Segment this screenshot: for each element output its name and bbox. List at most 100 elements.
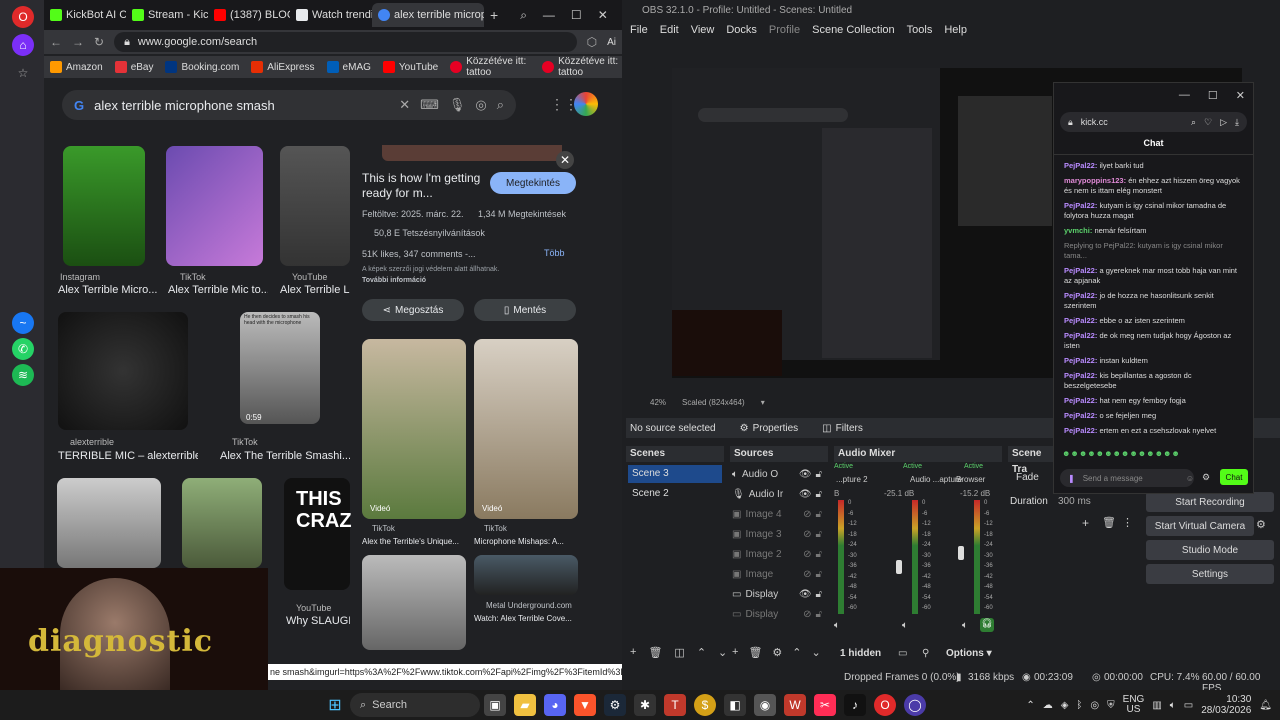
unlock-icon[interactable]: 🔓︎ <box>816 549 822 560</box>
down-icon[interactable]: ⌄ <box>718 646 727 662</box>
cloud-icon[interactable]: ☁ <box>1043 700 1053 711</box>
volume-fader[interactable] <box>896 560 902 574</box>
app-icon[interactable]: ◯ <box>904 694 926 716</box>
aria-ai-icon[interactable]: Ai <box>607 37 616 48</box>
result-title[interactable]: Alex Terrible Micro... <box>58 284 158 296</box>
steam-icon[interactable]: ⚙ <box>604 694 626 716</box>
source-item[interactable]: ▣ Image 3 ⊘ 🔓︎ <box>732 525 822 543</box>
chat-username[interactable]: PejPal22: <box>1064 411 1097 420</box>
gear-icon[interactable]: ⚙ <box>1202 472 1210 483</box>
chat-username[interactable]: PejPal22: <box>1064 266 1097 275</box>
shield-icon[interactable]: ⛨ <box>1107 700 1115 711</box>
bookmark-booking[interactable]: Booking.com <box>165 61 239 73</box>
bookmark-pinterest-2[interactable]: Közzétéve itt: tattoo <box>542 56 622 78</box>
eye-icon[interactable]: 👁︎ <box>799 489 812 500</box>
eye-icon[interactable]: 👁︎ <box>799 589 812 600</box>
related-video-1[interactable]: Videó <box>362 339 466 519</box>
keyboard-icon[interactable]: ⌨ <box>420 97 439 113</box>
app-icon[interactable]: ✱ <box>634 694 656 716</box>
menu-view[interactable]: View <box>691 24 715 36</box>
bluetooth-icon[interactable]: ᛒ <box>1076 700 1082 711</box>
result-title[interactable]: TERRIBLE MIC – alexterrible <box>58 450 198 462</box>
transition-select[interactable]: Fade <box>1016 472 1039 483</box>
bookmark-ebay[interactable]: eBay <box>114 61 153 73</box>
windows-start-icon[interactable]: ⊞ <box>324 694 346 716</box>
tiktok-icon[interactable]: ♪ <box>844 694 866 716</box>
bookmark-icon[interactable]: ♡ <box>1204 117 1212 128</box>
close-preview-icon[interactable]: ✕ <box>556 151 574 169</box>
down-icon[interactable]: ⌄ <box>812 646 821 662</box>
result-image-7[interactable] <box>182 478 262 568</box>
chat-username[interactable]: PejPal22: <box>1064 356 1097 365</box>
share-button[interactable]: ⋖ Megosztás <box>362 299 464 321</box>
tab-google-search[interactable]: alex terrible microphone <box>372 3 484 27</box>
zoom-level[interactable]: 42% <box>650 398 666 412</box>
chat-username[interactable]: PejPal22: <box>1064 371 1097 380</box>
related-video-4[interactable] <box>474 555 578 595</box>
unlock-icon[interactable]: 🔓︎ <box>816 469 822 480</box>
app-icon[interactable]: $ <box>694 694 716 716</box>
brave-icon[interactable]: ▼ <box>574 694 596 716</box>
bookmark-star-icon[interactable]: ☆ <box>12 62 34 84</box>
menu-tools[interactable]: Tools <box>907 24 933 36</box>
eye-hidden-icon[interactable]: ⊘ <box>803 549 811 560</box>
emoji-icon[interactable]: ☺ <box>1186 474 1194 483</box>
visit-button[interactable]: Megtekintés <box>490 172 576 194</box>
related-video-3[interactable] <box>362 555 466 650</box>
task-view-icon[interactable]: ▣ <box>484 694 506 716</box>
speaker-icon[interactable]: 🔈︎ <box>902 620 908 631</box>
chat-username[interactable]: PejPal22: <box>1064 161 1097 170</box>
discord-icon[interactable]: ◕ <box>544 694 566 716</box>
trash-icon[interactable]: 🗑︎ <box>748 646 762 662</box>
play-icon[interactable]: ▷ <box>1220 117 1227 128</box>
search-query[interactable]: alex terrible microphone smash <box>94 98 389 113</box>
mixer-layout-icon[interactable]: ▭ <box>898 648 907 659</box>
result-image-1[interactable] <box>63 146 145 266</box>
speaker-icon[interactable]: 🔈︎ <box>834 620 840 631</box>
scene-item[interactable]: Scene 2 <box>628 485 722 503</box>
taskbar-search[interactable]: ⌕ Search <box>350 693 480 717</box>
save-button[interactable]: ▯ Mentés <box>474 299 576 321</box>
chat-username[interactable]: PejPal22: <box>1064 426 1097 435</box>
chat-username[interactable]: PejPal22: <box>1064 331 1097 340</box>
speaker-icon[interactable]: 🔈︎ <box>962 620 968 631</box>
add-icon[interactable]: + <box>1082 516 1089 530</box>
menu-profile[interactable]: Profile <box>769 24 800 36</box>
source-item[interactable]: ▣ Image 4 ⊘ 🔓︎ <box>732 505 822 523</box>
source-item[interactable]: ▣ Image ⊘ 🔓︎ <box>732 565 822 583</box>
obs-icon[interactable]: ◉ <box>754 694 776 716</box>
account-avatar[interactable] <box>574 92 598 116</box>
up-icon[interactable]: ⌃ <box>697 646 706 662</box>
card-title[interactable]: Watch: Alex Terrible Cove... <box>474 614 584 623</box>
card-title[interactable]: Alex the Terrible's Unique... <box>362 537 472 546</box>
eye-hidden-icon[interactable]: ⊘ <box>803 569 811 580</box>
mic-icon[interactable]: 🎙︎ <box>449 97 466 113</box>
download-icon[interactable]: ⤓ <box>1235 117 1239 128</box>
unlock-icon[interactable]: 🔓︎ <box>816 609 822 620</box>
filter-icon[interactable]: ◫ <box>674 646 684 662</box>
menu-help[interactable]: Help <box>944 24 967 36</box>
menu-scene-collection[interactable]: Scene Collection <box>812 24 895 36</box>
trash-icon[interactable]: 🗑︎ <box>1102 516 1116 529</box>
opera-logo-icon[interactable]: O <box>12 6 34 28</box>
add-icon[interactable]: + <box>630 646 636 662</box>
chat-send-button[interactable]: Chat <box>1220 469 1248 485</box>
gear-icon[interactable]: ⚙ <box>1256 518 1266 531</box>
chat-username[interactable]: marypoppins123: <box>1064 176 1126 185</box>
tab-trending[interactable]: Watch trending <box>290 3 372 27</box>
result-image-6[interactable] <box>57 478 161 568</box>
app-tray-icon[interactable]: ◈ <box>1061 700 1069 711</box>
home-icon[interactable]: ⌂ <box>12 34 34 56</box>
unlock-icon[interactable]: 🔓︎ <box>816 509 822 520</box>
up-icon[interactable]: ⌃ <box>792 646 801 662</box>
hidden-count[interactable]: 1 hidden <box>840 648 881 659</box>
unlock-icon[interactable]: 🔓︎ <box>816 529 822 540</box>
result-image-2[interactable] <box>166 146 263 266</box>
add-icon[interactable]: + <box>732 646 738 662</box>
battery-icon[interactable]: ▭ <box>1184 700 1193 711</box>
minimize-icon[interactable]: — <box>543 8 555 22</box>
eye-icon[interactable]: 👁︎ <box>799 469 812 480</box>
result-title[interactable]: Alex Terrible Mic to... <box>168 284 268 296</box>
unlock-icon[interactable]: 🔓︎ <box>816 489 822 500</box>
gear-icon[interactable]: ⚙ <box>772 646 782 662</box>
